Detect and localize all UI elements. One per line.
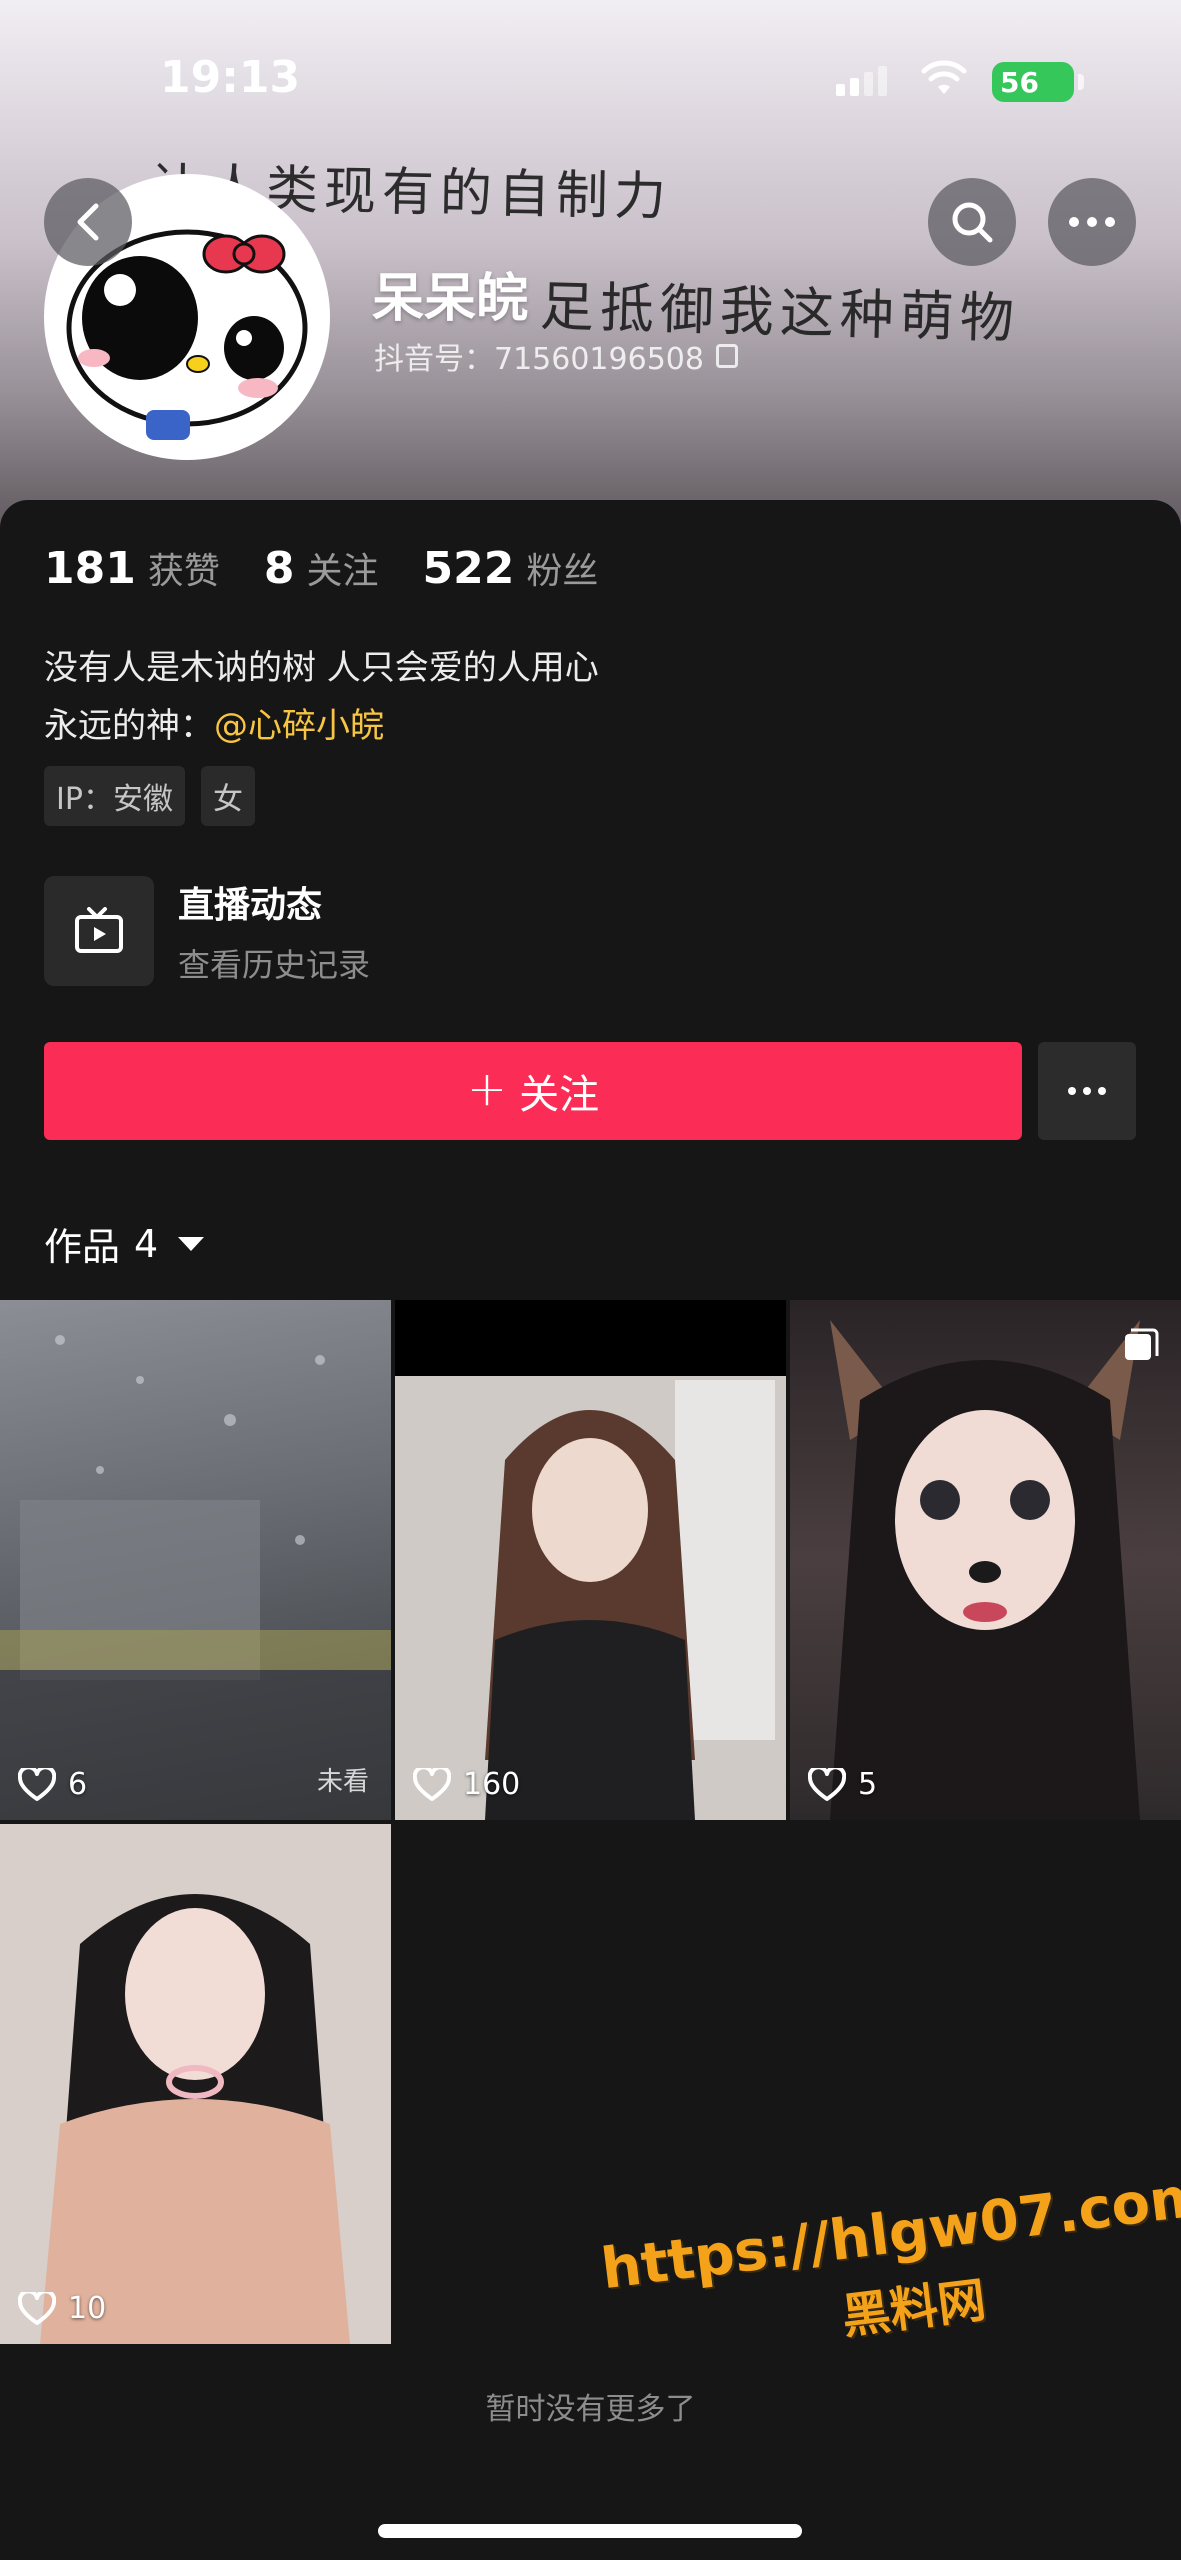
follow-button[interactable]: + 关注 bbox=[44, 1042, 1022, 1140]
back-button[interactable] bbox=[44, 178, 132, 266]
live-history-entry[interactable]: 直播动态 查看历史记录 bbox=[44, 876, 370, 986]
live-subtitle: 查看历史记录 bbox=[178, 946, 371, 984]
stat-following-count: 8 bbox=[263, 543, 295, 594]
video-likes: 10 bbox=[18, 2291, 106, 2326]
heart-icon bbox=[808, 1767, 846, 1801]
more-dots-icon bbox=[1069, 217, 1115, 227]
live-title: 直播动态 bbox=[178, 885, 323, 926]
multi-image-icon bbox=[1125, 1328, 1159, 1360]
heart-icon bbox=[18, 1767, 56, 1801]
cellular-signal-icon bbox=[836, 66, 887, 96]
chevron-left-icon bbox=[77, 203, 99, 241]
more-dots-icon bbox=[1068, 1087, 1106, 1095]
tag-ip-location: IP：安徽 bbox=[44, 766, 185, 826]
bio-line-2: 永远的神：@心碎小皖 bbox=[44, 698, 384, 747]
battery-indicator: 56 bbox=[992, 62, 1084, 102]
bio-mention-link[interactable]: @心碎小皖 bbox=[214, 706, 384, 746]
stat-followers-label: 粉丝 bbox=[526, 551, 599, 592]
status-bar: 19:13 56 bbox=[0, 52, 1181, 112]
stat-following[interactable]: 8 关注 bbox=[264, 542, 379, 594]
stats-row: 181 获赞 8 关注 522 粉丝 bbox=[44, 542, 598, 594]
profile-banner: 让人类现有的自制力 足抵御我这种萌物 19:13 56 呆呆皖 抖音号：7156… bbox=[0, 0, 1181, 540]
like-count: 5 bbox=[858, 1767, 878, 1802]
video-thumbnail[interactable]: 10 bbox=[0, 1824, 391, 2344]
profile-tags: IP：安徽 女 bbox=[44, 766, 255, 826]
heart-icon bbox=[18, 2291, 56, 2325]
cat-filter-portrait-image bbox=[830, 1320, 1140, 1820]
username: 呆呆皖 bbox=[372, 269, 529, 329]
unwatched-badge: 未看 bbox=[316, 1767, 369, 1797]
video-thumbnail[interactable]: 6 未看 bbox=[0, 1300, 391, 1820]
search-button[interactable] bbox=[928, 178, 1016, 266]
caret-down-icon bbox=[178, 1236, 205, 1251]
like-count: 160 bbox=[463, 1767, 521, 1802]
wifi-icon bbox=[921, 60, 967, 94]
bio-line-1: 没有人是木讷的树 人只会爱的人用心 bbox=[44, 648, 599, 688]
stat-likes-count: 181 bbox=[44, 543, 136, 594]
stat-followers[interactable]: 522 粉丝 bbox=[423, 542, 599, 594]
like-count: 10 bbox=[68, 2291, 107, 2326]
status-time: 19:13 bbox=[160, 52, 301, 103]
no-more-content-note: 暂时没有更多了 bbox=[485, 2392, 696, 2427]
more-options-button[interactable] bbox=[1048, 178, 1136, 266]
works-count: 4 bbox=[134, 1221, 159, 1266]
video-likes: 5 bbox=[808, 1767, 877, 1802]
search-icon bbox=[952, 202, 993, 243]
home-indicator[interactable] bbox=[378, 2524, 802, 2538]
heart-icon bbox=[413, 1767, 451, 1801]
bunny-ear-portrait-image bbox=[0, 1824, 391, 2344]
stat-likes[interactable]: 181 获赞 bbox=[44, 542, 220, 594]
like-count: 6 bbox=[68, 1767, 88, 1802]
video-likes: 6 bbox=[18, 1767, 87, 1802]
video-thumbnail[interactable]: 160 bbox=[395, 1300, 786, 1820]
bio-line-2-prefix: 永远的神： bbox=[44, 706, 214, 746]
stat-followers-count: 522 bbox=[422, 543, 515, 594]
video-likes: 160 bbox=[413, 1767, 520, 1802]
video-thumbnail[interactable]: 5 bbox=[790, 1300, 1181, 1820]
douyin-id: 抖音号：71560196508 bbox=[374, 342, 704, 377]
battery-level: 56 bbox=[1000, 65, 1039, 99]
tab-works[interactable]: 作品 4 bbox=[44, 1216, 205, 1271]
follow-more-button[interactable] bbox=[1038, 1042, 1136, 1140]
tag-gender: 女 bbox=[200, 766, 255, 826]
works-label: 作品 bbox=[44, 1225, 121, 1269]
plus-icon: + bbox=[466, 1061, 508, 1117]
stat-following-label: 关注 bbox=[306, 551, 379, 592]
follow-label: 关注 bbox=[519, 1072, 600, 1118]
stat-likes-label: 获赞 bbox=[147, 551, 220, 592]
portrait-image bbox=[395, 1376, 786, 1820]
douyin-id-row[interactable]: 抖音号：71560196508 bbox=[374, 334, 738, 378]
rainy-window-image bbox=[0, 1335, 391, 1820]
copy-icon[interactable] bbox=[715, 344, 738, 368]
tv-icon bbox=[44, 876, 154, 986]
